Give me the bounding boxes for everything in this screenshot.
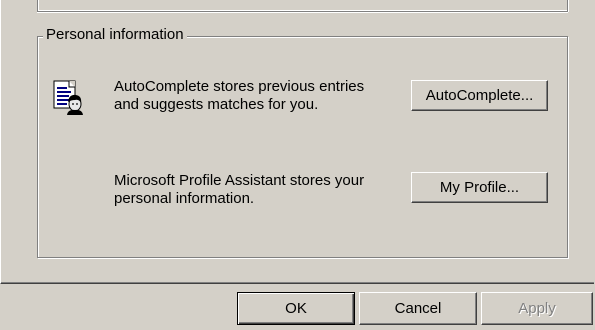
- cancel-button-label: Cancel: [394, 300, 442, 317]
- my-profile-button[interactable]: My Profile...: [411, 172, 548, 203]
- group-title: Personal information: [43, 26, 187, 44]
- ok-button-label: OK: [285, 300, 307, 317]
- upper-groupbox-edge: [37, 0, 568, 12]
- profile-description-line1: Microsoft Profile Assistant stores your: [114, 172, 365, 189]
- apply-button-label: Apply: [518, 300, 556, 317]
- profile-description: Microsoft Profile Assistant stores your …: [114, 172, 394, 208]
- my-profile-button-label: My Profile...: [439, 179, 520, 196]
- autocomplete-description-line1: AutoComplete stores previous entries: [114, 78, 365, 95]
- document-with-person-icon: [53, 80, 83, 115]
- ok-button[interactable]: OK: [237, 292, 355, 325]
- apply-button[interactable]: Apply: [481, 292, 593, 325]
- profile-description-line2: personal information.: [114, 190, 255, 207]
- tab-page: Personal information AutoComplete stores…: [0, 0, 594, 284]
- personal-information-group: [37, 36, 568, 258]
- autocomplete-button-label: AutoComplete...: [425, 87, 534, 104]
- autocomplete-description-line2: and suggests matches for you.: [114, 96, 319, 113]
- autocomplete-description: AutoComplete stores previous entries and…: [114, 78, 394, 114]
- cancel-button[interactable]: Cancel: [359, 292, 477, 325]
- autocomplete-button[interactable]: AutoComplete...: [411, 80, 548, 111]
